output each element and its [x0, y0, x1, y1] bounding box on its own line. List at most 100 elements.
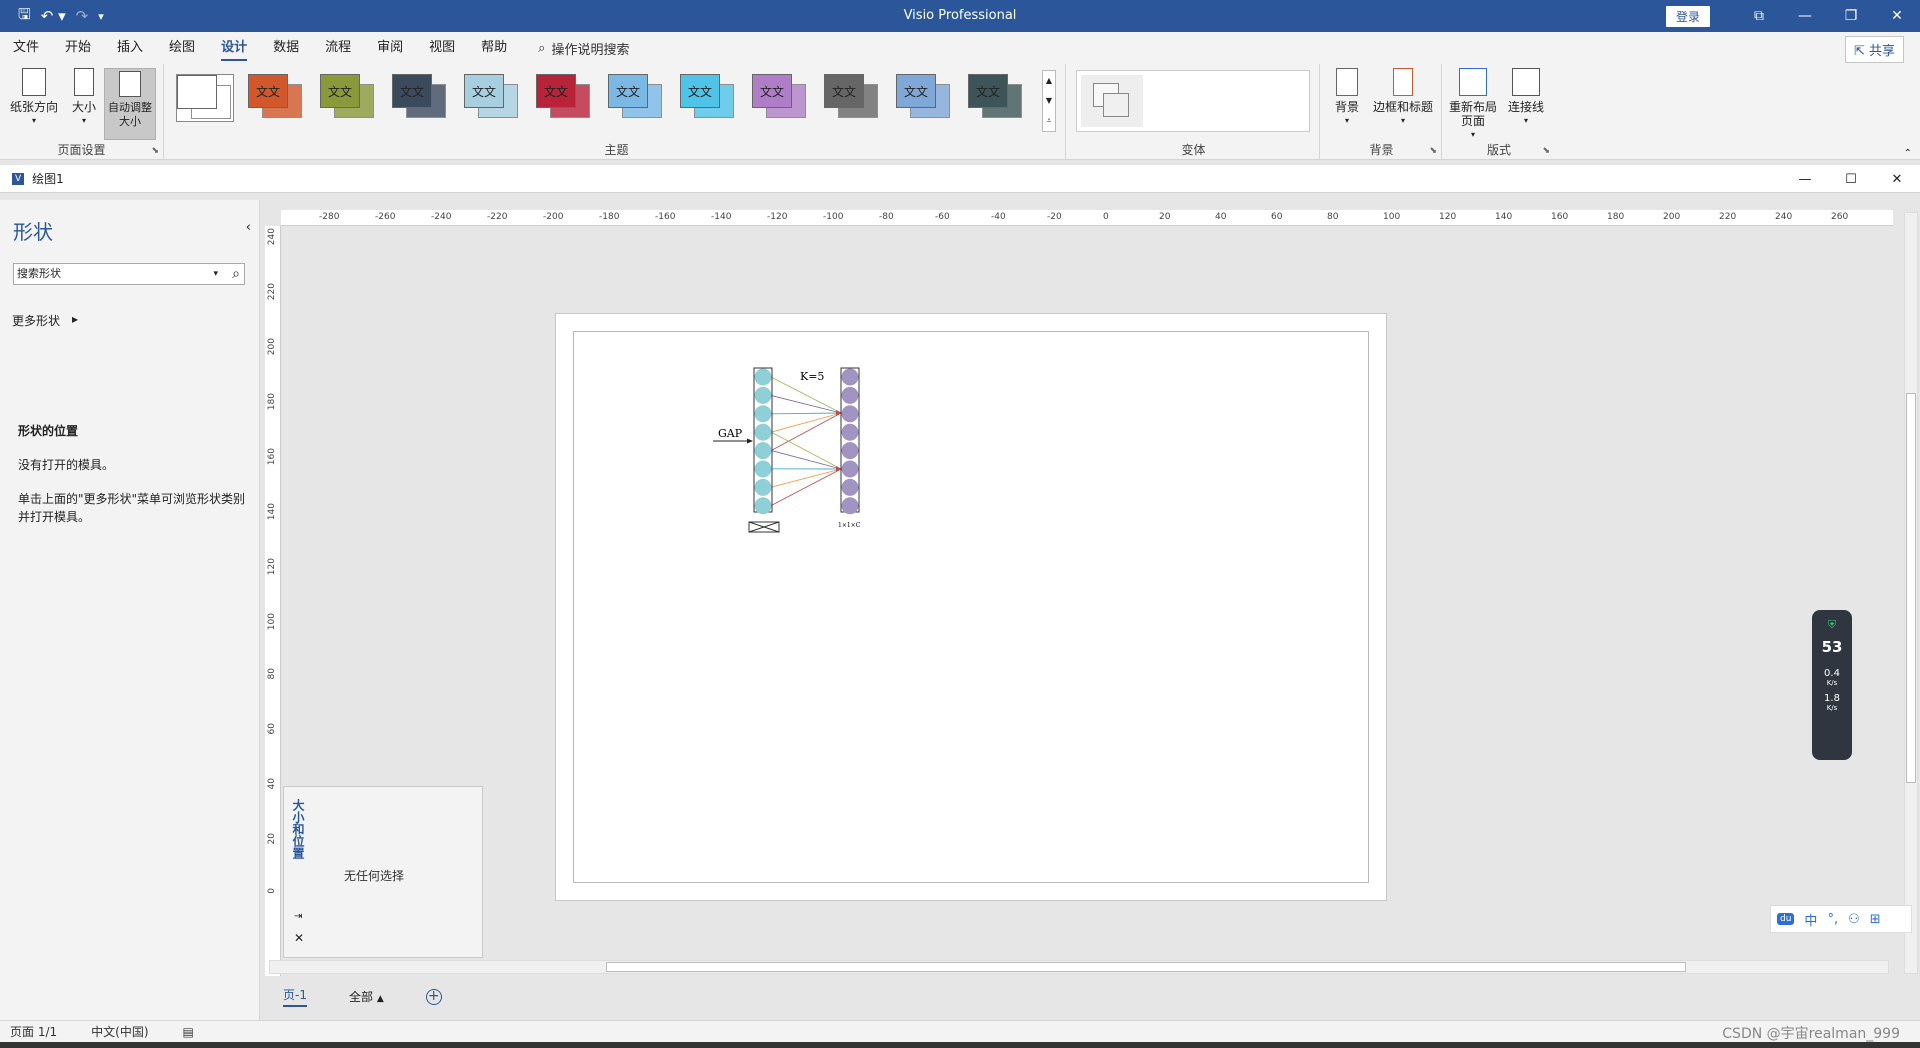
horizontal-scroll-thumb[interactable]: [606, 962, 1686, 972]
theme-item[interactable]: 文文: [248, 74, 306, 122]
tab-insert[interactable]: 插入: [104, 32, 156, 64]
vertical-scrollbar[interactable]: [1904, 212, 1918, 974]
search-dropdown-icon[interactable]: ▾: [213, 264, 218, 284]
restore-button[interactable]: ❐: [1828, 8, 1874, 24]
minimize-button[interactable]: —: [1782, 8, 1828, 24]
theme-item[interactable]: 文文: [536, 74, 594, 122]
theme-item[interactable]: 文文: [752, 74, 810, 122]
ime-lang-toggle[interactable]: 中: [1804, 910, 1817, 929]
drawing-canvas[interactable]: -280 -260 -240 -220 -200 -180 -160 -140 -120 -100…: [261, 200, 1920, 1020]
all-pages-button[interactable]: 全部 ▲: [349, 988, 384, 1005]
drawing-page[interactable]: K=5 GAP 1×1×C: [555, 313, 1387, 901]
horizontal-scrollbar[interactable]: [269, 960, 1889, 974]
tab-file[interactable]: 文件: [0, 32, 52, 64]
shape-search-input[interactable]: 搜索形状 ▾ ⌕: [13, 263, 245, 285]
relayout-button[interactable]: 重新布局页面 ▾: [1446, 68, 1500, 142]
right-node[interactable]: [841, 442, 859, 460]
doc-minimize-button[interactable]: —: [1782, 172, 1828, 187]
page-count[interactable]: 页面 1/1: [10, 1023, 57, 1040]
tab-draw[interactable]: 绘图: [156, 32, 208, 64]
auto-size-button[interactable]: 自动调整大小: [104, 68, 156, 140]
tab-design[interactable]: 设计: [208, 32, 260, 64]
left-node[interactable]: [754, 405, 772, 423]
theme-gallery-scroll[interactable]: ▲ ▼ ⩡: [1042, 70, 1056, 132]
variant-item[interactable]: [1081, 75, 1143, 127]
left-node[interactable]: [754, 497, 772, 515]
connection-line[interactable]: [770, 412, 842, 433]
tab-help[interactable]: 帮助: [468, 32, 520, 64]
theme-item[interactable]: 文文: [680, 74, 738, 122]
dim-label[interactable]: 1×1×C: [838, 522, 861, 529]
k-label[interactable]: K=5: [800, 370, 824, 383]
add-page-icon[interactable]: +: [425, 988, 442, 1005]
connectors-button[interactable]: 连接线 ▾: [1504, 68, 1548, 128]
left-node[interactable]: [754, 368, 772, 386]
layout-launcher-icon[interactable]: ⬊: [1542, 146, 1550, 156]
language-status[interactable]: 中文(中国): [91, 1023, 148, 1040]
right-node[interactable]: [841, 386, 859, 404]
vertical-scroll-thumb[interactable]: [1906, 393, 1916, 783]
theme-item[interactable]: 文文: [608, 74, 666, 122]
punctuation-icon[interactable]: °,: [1827, 912, 1838, 927]
pin-icon[interactable]: ⇥: [294, 911, 302, 922]
save-icon[interactable]: 🖫: [18, 4, 31, 29]
connection-line[interactable]: [770, 412, 842, 451]
tab-view[interactable]: 视图: [416, 32, 468, 64]
theme-item[interactable]: 文文: [464, 74, 522, 122]
baidu-icon[interactable]: du: [1777, 913, 1795, 925]
left-node[interactable]: [754, 460, 772, 478]
undo-icon[interactable]: ↶ ▾: [41, 7, 66, 25]
right-node[interactable]: [841, 460, 859, 478]
right-node[interactable]: [841, 478, 859, 496]
gap-label[interactable]: GAP: [718, 427, 743, 440]
left-node[interactable]: [754, 478, 772, 496]
diagram[interactable]: K=5 GAP 1×1×C: [556, 314, 1388, 902]
grid-icon[interactable]: ⊞: [1870, 912, 1881, 927]
background-launcher-icon[interactable]: ⬊: [1429, 146, 1437, 156]
right-node[interactable]: [841, 368, 859, 386]
ime-toolbar[interactable]: du 中 °, ⚇ ⊞: [1770, 905, 1912, 933]
doc-close-button[interactable]: ✕: [1874, 172, 1920, 187]
more-shapes-menu[interactable]: 更多形状 ▸: [12, 312, 78, 329]
close-button[interactable]: ✕: [1874, 8, 1920, 24]
customize-qat-icon[interactable]: ▾: [98, 10, 104, 23]
horizontal-ruler[interactable]: -280 -260 -240 -220 -200 -180 -160 -140 -120 -100…: [281, 210, 1893, 226]
doc-maximize-button[interactable]: ☐: [1828, 172, 1874, 187]
network-monitor-widget[interactable]: ⛨ 53 0.4 K/s 1.8 K/s: [1812, 610, 1852, 760]
page-setup-launcher-icon[interactable]: ⬊: [151, 146, 159, 156]
theme-item[interactable]: 文文: [968, 74, 1026, 122]
left-node[interactable]: [754, 386, 772, 404]
login-button[interactable]: 登录: [1665, 5, 1710, 27]
collapse-ribbon-icon[interactable]: ⌃: [1904, 148, 1912, 159]
right-node[interactable]: [841, 423, 859, 441]
theme-item[interactable]: 文文: [896, 74, 954, 122]
right-node[interactable]: [841, 405, 859, 423]
connection-line[interactable]: [770, 449, 842, 470]
connection-line[interactable]: [770, 412, 842, 415]
connection-line[interactable]: [770, 431, 842, 470]
theme-item[interactable]: 文文: [320, 74, 378, 122]
macro-icon[interactable]: ▤: [183, 1025, 194, 1039]
connection-line[interactable]: [770, 394, 842, 414]
share-button[interactable]: ⇱ 共享: [1844, 36, 1904, 63]
tell-me-search[interactable]: ⌕ 操作说明搜索: [538, 39, 629, 58]
tab-review[interactable]: 审阅: [364, 32, 416, 64]
left-node[interactable]: [754, 423, 772, 441]
left-node[interactable]: [754, 442, 772, 460]
tab-data[interactable]: 数据: [260, 32, 312, 64]
size-button[interactable]: 大小 ▾: [66, 68, 102, 128]
orientation-button[interactable]: 纸张方向 ▾: [6, 68, 62, 128]
user-icon[interactable]: ⚇: [1848, 912, 1860, 927]
right-node[interactable]: [841, 497, 859, 515]
connection-line[interactable]: [770, 468, 842, 488]
collapse-panel-icon[interactable]: ‹: [246, 220, 251, 235]
tab-home[interactable]: 开始: [52, 32, 104, 64]
search-icon[interactable]: ⌕: [232, 264, 240, 284]
theme-item[interactable]: [176, 74, 234, 122]
theme-item[interactable]: 文文: [824, 74, 882, 122]
theme-item[interactable]: 文文: [392, 74, 450, 122]
borders-titles-button[interactable]: 边框和标题 ▾: [1370, 68, 1436, 128]
tab-page-1[interactable]: 页-1: [283, 986, 307, 1007]
vertical-ruler[interactable]: 240 220 200 180 160 140 120 100 80 60 40 20 0: [265, 226, 281, 976]
tab-process[interactable]: 流程: [312, 32, 364, 64]
